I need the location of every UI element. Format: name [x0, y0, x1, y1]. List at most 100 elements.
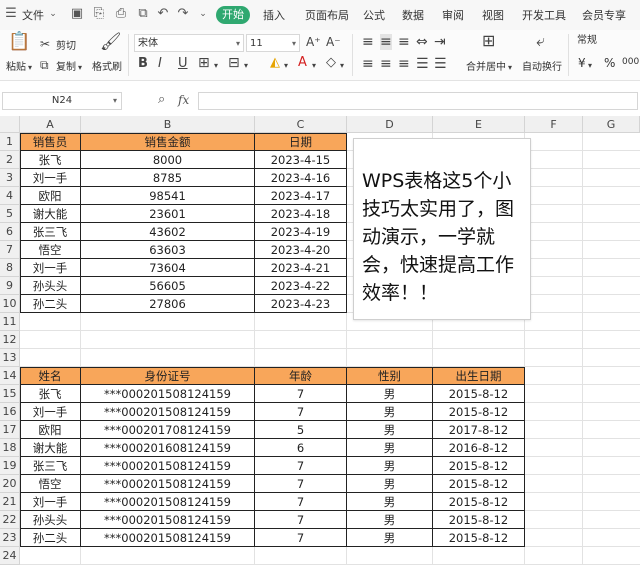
chevron-down-icon[interactable]: ▾ — [214, 58, 218, 74]
align-left-icon[interactable]: ≡ — [362, 56, 374, 72]
table-cell[interactable]: 男 — [347, 403, 433, 421]
table-cell[interactable]: 63603 — [81, 241, 255, 259]
format-painter-button[interactable]: 格式刷 — [92, 58, 122, 73]
table-cell[interactable]: ***000201508124159 — [81, 475, 255, 493]
chevron-down-icon[interactable]: ▾ — [284, 58, 288, 74]
table-cell[interactable]: 5 — [255, 421, 347, 439]
table-cell[interactable]: ***000201508124159 — [81, 457, 255, 475]
table-cell[interactable]: 男 — [347, 475, 433, 493]
column-header[interactable]: F — [525, 116, 583, 133]
row-header[interactable]: 4 — [0, 187, 20, 205]
table-cell[interactable]: ***000201508124159 — [81, 385, 255, 403]
table-cell[interactable]: 73604 — [81, 259, 255, 277]
table-cell[interactable]: 男 — [347, 385, 433, 403]
table-cell[interactable]: 2023-4-18 — [255, 205, 347, 223]
export-icon[interactable]: ⎘ — [92, 7, 106, 21]
border-icon[interactable]: ⊞ — [198, 55, 210, 71]
table-cell[interactable]: 2016-8-12 — [433, 439, 525, 457]
table-cell[interactable]: 孙二头 — [20, 529, 81, 547]
row-header[interactable]: 19 — [0, 457, 20, 475]
tab-view[interactable]: 视图 — [482, 7, 504, 23]
table-header-cell[interactable]: 身份证号 — [81, 367, 255, 385]
table-cell[interactable]: 悟空 — [20, 475, 81, 493]
align-right-icon[interactable]: ≡ — [398, 56, 410, 72]
table-cell[interactable]: 2015-8-12 — [433, 403, 525, 421]
format-painter-icon[interactable]: 🖌 — [100, 34, 122, 51]
table-cell[interactable]: ***000201708124159 — [81, 421, 255, 439]
currency-format-button[interactable]: ¥ — [578, 56, 586, 70]
column-header[interactable]: B — [81, 116, 255, 133]
table-cell[interactable]: 7 — [255, 385, 347, 403]
underline-icon[interactable]: U — [178, 56, 188, 72]
table-cell[interactable]: 2017-8-12 — [433, 421, 525, 439]
column-header[interactable]: E — [433, 116, 525, 133]
row-header[interactable]: 9 — [0, 277, 20, 295]
increase-font-icon[interactable]: A⁺ — [306, 34, 321, 50]
column-header[interactable]: C — [255, 116, 347, 133]
table-cell[interactable]: 孙二头 — [20, 295, 81, 313]
wrap-text-button[interactable]: 自动换行 — [522, 58, 562, 73]
table-header-cell[interactable]: 日期 — [255, 133, 347, 151]
table-cell[interactable]: 8000 — [81, 151, 255, 169]
table-cell[interactable]: 56605 — [81, 277, 255, 295]
distributed-icon[interactable]: ☰ — [434, 56, 447, 72]
table-cell[interactable]: 谢大能 — [20, 439, 81, 457]
table-header-cell[interactable]: 销售金额 — [81, 133, 255, 151]
formula-input[interactable] — [198, 92, 638, 110]
fill-color-icon[interactable]: ◭ — [270, 55, 280, 71]
tab-insert[interactable]: 插入 — [263, 7, 285, 23]
table-cell[interactable]: 谢大能 — [20, 205, 81, 223]
copy-button[interactable]: 复制 — [56, 58, 76, 73]
save-icon[interactable]: ▣ — [70, 7, 84, 21]
table-cell[interactable]: 7 — [255, 403, 347, 421]
table-cell[interactable]: 2015-8-12 — [433, 385, 525, 403]
indent-icon[interactable]: ⇥ — [434, 34, 446, 50]
table-cell[interactable]: 7 — [255, 529, 347, 547]
column-header[interactable]: D — [347, 116, 433, 133]
table-cell[interactable]: 男 — [347, 529, 433, 547]
table-cell[interactable]: 2023-4-20 — [255, 241, 347, 259]
copy-icon[interactable]: ⧉ — [40, 57, 49, 73]
font-color-icon[interactable]: A — [298, 55, 307, 71]
table-cell[interactable]: 男 — [347, 493, 433, 511]
row-header[interactable]: 10 — [0, 295, 20, 313]
row-header[interactable]: 13 — [0, 349, 20, 367]
table-header-cell[interactable]: 年龄 — [255, 367, 347, 385]
table-cell[interactable]: 8785 — [81, 169, 255, 187]
table-cell[interactable]: ***000201608124159 — [81, 439, 255, 457]
text-direction-icon[interactable]: ⇔ — [416, 34, 428, 50]
table-cell[interactable]: 刘一手 — [20, 493, 81, 511]
align-center-icon[interactable]: ≡ — [380, 56, 392, 72]
table-cell[interactable]: 刘一手 — [20, 169, 81, 187]
font-size-select[interactable]: 11 ▾ — [246, 34, 300, 52]
row-header[interactable]: 3 — [0, 169, 20, 187]
table-cell[interactable]: 刘一手 — [20, 403, 81, 421]
chevron-down-icon[interactable]: ▾ — [340, 58, 344, 74]
table-cell[interactable]: 张三飞 — [20, 223, 81, 241]
number-format-select[interactable]: 常规 — [574, 32, 640, 50]
table-cell[interactable]: 27806 — [81, 295, 255, 313]
table-header-cell[interactable]: 销售员 — [20, 133, 81, 151]
table-cell[interactable]: 欧阳 — [20, 421, 81, 439]
row-header[interactable]: 6 — [0, 223, 20, 241]
chevron-down-icon[interactable]: ▾ — [508, 60, 512, 76]
row-header[interactable]: 22 — [0, 511, 20, 529]
merge-center-button[interactable]: 合并居中 — [466, 58, 506, 73]
print-icon[interactable]: ⎙ — [114, 7, 128, 21]
table-cell[interactable]: 2015-8-12 — [433, 457, 525, 475]
name-box[interactable]: N24 ▾ — [2, 92, 122, 110]
italic-icon[interactable]: I — [158, 56, 162, 72]
redo-icon[interactable]: ↷ — [176, 7, 190, 21]
table-cell[interactable]: 男 — [347, 439, 433, 457]
merge-center-icon[interactable]: ⊞ — [482, 33, 495, 49]
chevron-down-icon[interactable]: ⌄ — [196, 7, 210, 21]
table-cell[interactable]: 刘一手 — [20, 259, 81, 277]
row-header[interactable]: 2 — [0, 151, 20, 169]
chevron-down-icon[interactable]: ▾ — [312, 58, 316, 74]
cut-icon[interactable]: ✂ — [40, 36, 50, 52]
row-header[interactable]: 11 — [0, 313, 20, 331]
bold-icon[interactable]: B — [138, 56, 148, 72]
table-cell[interactable]: 23601 — [81, 205, 255, 223]
tab-review[interactable]: 审阅 — [442, 7, 464, 23]
chevron-down-icon[interactable]: ▾ — [588, 58, 592, 74]
